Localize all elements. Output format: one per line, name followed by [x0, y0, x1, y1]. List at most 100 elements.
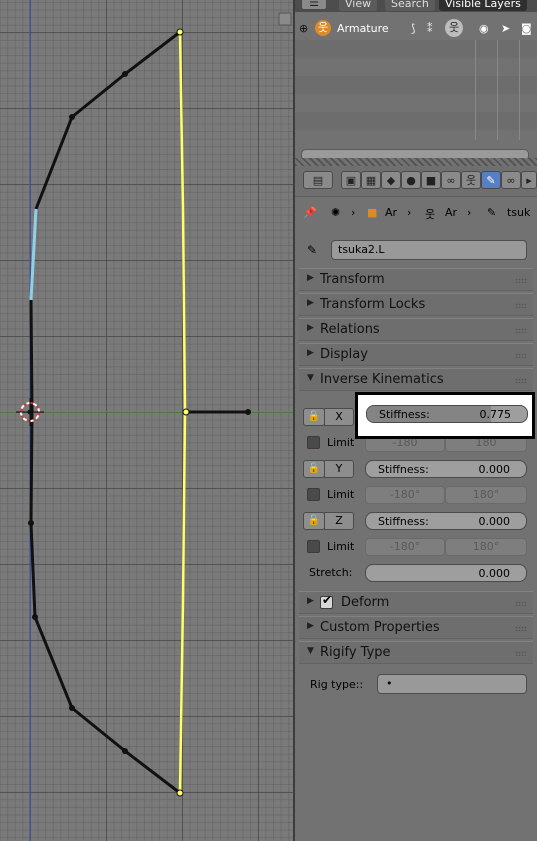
bone-name-icon: ✎	[307, 243, 318, 257]
lock-z-icon[interactable]: 🔓	[303, 512, 325, 530]
panel-relations[interactable]: ▶ Relations	[299, 318, 533, 341]
bone-constraints-icon[interactable]: ∞	[501, 171, 521, 189]
collapsed-arrow-icon: ▶	[307, 621, 314, 631]
ik-z-axis-toggle[interactable]: Z	[324, 512, 354, 530]
lock-x-icon[interactable]: 🔓	[303, 408, 325, 426]
collapsed-arrow-icon: ▶	[307, 298, 314, 308]
ik-stretch-label: Stretch:	[309, 566, 353, 579]
collapsed-arrow-icon: ▶	[307, 596, 314, 606]
editor-type-icon-2[interactable]: ▤	[303, 171, 333, 189]
tab-view[interactable]: View	[339, 0, 378, 11]
ik-z-limit-label: Limit	[327, 540, 355, 553]
bone-head-top[interactable]	[176, 28, 184, 36]
panel-display[interactable]: ▶ Display	[299, 343, 533, 366]
drag-grip-icon[interactable]	[515, 651, 527, 656]
outliner-row-armature[interactable]: ⊕ 웃 Armature ⟆ ⁑ 웃 ◉ ➤ ◙	[295, 19, 537, 39]
armature-data-tab-icon[interactable]: 웃	[461, 171, 481, 189]
breadcrumb-arrow-icon: ›	[407, 206, 412, 219]
drag-grip-icon[interactable]	[515, 601, 527, 606]
ik-z-max-field[interactable]: 180°	[445, 538, 527, 556]
selectable-cursor-icon[interactable]: ➤	[501, 22, 510, 35]
bone-upper-arm[interactable]	[34, 30, 181, 210]
breadcrumb: 📌 ✺ › ■ Ar › 웃 Ar › ✎ tsuk	[295, 202, 537, 224]
object-cube-icon: ■	[367, 206, 378, 219]
lock-y-icon[interactable]: 🔓	[303, 460, 325, 478]
panel-transform[interactable]: ▶ Transform	[299, 268, 533, 291]
tab-visible-layers[interactable]: Visible Layers	[439, 0, 527, 11]
expanded-arrow-icon: ▼	[307, 373, 314, 383]
ik-x-axis-toggle[interactable]: X	[324, 408, 354, 426]
ik-z-min-field[interactable]: -180°	[365, 538, 445, 556]
panel-inverse-kinematics[interactable]: ▼ Inverse Kinematics	[299, 368, 533, 391]
bone-icon: ⟆	[411, 22, 416, 35]
collapsed-arrow-icon: ▶	[307, 323, 314, 333]
highlight-box: Stiffness: 0.775	[355, 392, 535, 439]
checkmark-icon: ✔	[322, 593, 333, 607]
drag-grip-icon[interactable]	[515, 303, 527, 308]
render-camera-icon[interactable]: ◙	[521, 22, 532, 35]
breadcrumb-object: Ar	[385, 206, 398, 219]
ik-y-limit-checkbox[interactable]	[307, 488, 320, 501]
properties-context-bar: ▤ ▣ ▦ ◆ ● ■ ∞ 웃 ✎ ∞ ▸	[295, 166, 537, 197]
ik-z-stiffness-slider[interactable]: Stiffness: 0.000	[365, 512, 527, 530]
outliner-panel[interactable]: ☰ View Search Visible Layers ⊕ 웃 Armatur…	[295, 0, 537, 166]
editor-type-icon[interactable]: ☰	[301, 0, 327, 10]
ik-y-min-field[interactable]: -180°	[365, 486, 445, 504]
ik-stretch-slider[interactable]: 0.000	[365, 564, 527, 582]
drag-grip-icon[interactable]	[515, 353, 527, 358]
properties-editor[interactable]: ▤ ▣ ▦ ◆ ● ■ ∞ 웃 ✎ ∞ ▸ 📌 ✺ › ■ Ar › 웃 Ar …	[295, 166, 537, 841]
world-icon[interactable]: ●	[401, 171, 421, 189]
scene-link-icon: ✺	[331, 206, 341, 219]
outliner-item-label[interactable]: Armature	[337, 22, 389, 35]
3d-viewport[interactable]	[0, 0, 293, 841]
bone-name-field[interactable]: tsuka2.L	[331, 240, 527, 260]
panel-custom-properties[interactable]: ▶ Custom Properties	[299, 616, 533, 639]
drag-grip-icon[interactable]	[515, 626, 527, 631]
breadcrumb-arrow-icon: ›	[351, 206, 356, 219]
ik-y-limit-label: Limit	[327, 488, 355, 501]
render-layers-icon[interactable]: ▦	[361, 171, 381, 189]
panel-rigify-type[interactable]: ▼ Rigify Type	[299, 641, 533, 664]
collapsed-arrow-icon: ▶	[307, 273, 314, 283]
visibility-eye-icon[interactable]: ◉	[479, 22, 489, 35]
ik-y-axis-toggle[interactable]: Y	[324, 460, 354, 478]
pin-icon[interactable]: 📌	[303, 206, 317, 219]
more-tabs-icon[interactable]: ▸	[521, 171, 537, 189]
outliner-header: ☰ View Search Visible Layers	[295, 0, 537, 12]
ik-y-stiffness-slider[interactable]: Stiffness: 0.000	[365, 460, 527, 478]
rig-type-field[interactable]: •	[377, 674, 527, 694]
bone-head-middle[interactable]	[182, 408, 190, 416]
bone-tab-icon[interactable]: ✎	[481, 171, 501, 189]
pose-icon: ⁑	[427, 22, 433, 35]
armature-small-icon: 웃	[425, 208, 436, 221]
object-icon[interactable]: ■	[421, 171, 441, 189]
scene-icon[interactable]: ◆	[381, 171, 401, 189]
bone-head-bottom[interactable]	[176, 789, 184, 797]
drag-grip-icon[interactable]	[515, 278, 527, 283]
resize-handle[interactable]	[295, 158, 537, 166]
viewport-corner-widget[interactable]	[278, 12, 292, 26]
panel-deform[interactable]: ▶ ✔ Deform	[299, 591, 533, 614]
ik-z-limit-checkbox[interactable]	[307, 540, 320, 553]
constraints-icon[interactable]: ∞	[441, 171, 461, 189]
expand-plus-icon[interactable]: ⊕	[299, 22, 308, 35]
ik-y-max-field[interactable]: 180°	[445, 486, 527, 504]
ik-x-limit-label: Limit	[327, 436, 355, 449]
ik-x-stiffness-slider[interactable]: Stiffness: 0.775	[366, 405, 528, 423]
render-icon[interactable]: ▣	[341, 171, 361, 189]
bone-small-icon: ✎	[487, 206, 497, 219]
drag-grip-icon[interactable]	[515, 328, 527, 333]
rig-type-label: Rig type::	[310, 678, 364, 691]
viewport-canvas[interactable]	[0, 0, 293, 841]
expanded-arrow-icon: ▼	[307, 646, 314, 656]
tab-search[interactable]: Search	[385, 0, 435, 11]
bone-grip[interactable]	[29, 299, 37, 618]
collapsed-arrow-icon: ▶	[307, 348, 314, 358]
ik-x-limit-checkbox[interactable]	[307, 436, 320, 449]
bone-lower-arm[interactable]	[33, 616, 181, 795]
breadcrumb-bone: tsuk	[507, 206, 531, 219]
drag-grip-icon[interactable]	[515, 378, 527, 383]
3d-cursor-icon	[16, 398, 44, 426]
panel-transform-locks[interactable]: ▶ Transform Locks	[299, 293, 533, 316]
bone-active[interactable]	[29, 208, 38, 301]
